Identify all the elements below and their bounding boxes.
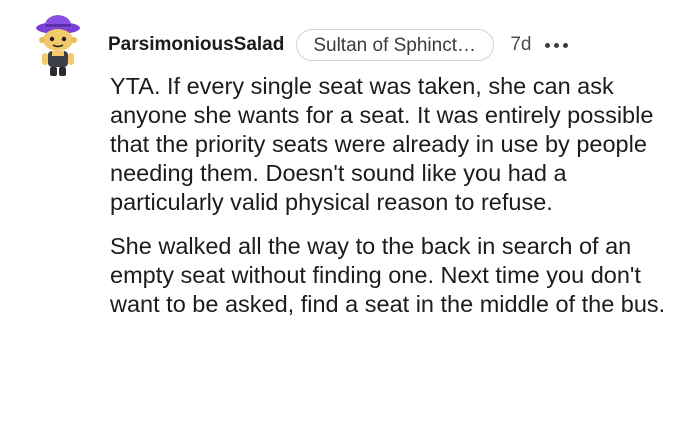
more-options-icon[interactable] [545, 35, 569, 55]
comment-author[interactable]: ParsimoniousSalad [108, 34, 284, 56]
more-dot [554, 42, 560, 48]
user-flair[interactable]: Sultan of Sphincter... [296, 29, 495, 61]
snoo-avatar-purple-hat-icon [36, 15, 80, 76]
avatar[interactable] [30, 14, 86, 78]
comment-body: YTA. If every single seat was taken, she… [110, 72, 680, 319]
comment-timestamp[interactable]: 7d [510, 34, 531, 56]
more-dot [563, 42, 569, 48]
comment-paragraph: YTA. If every single seat was taken, she… [110, 73, 654, 215]
comment-paragraph: She walked all the way to the back in se… [110, 233, 666, 317]
comment-header: ParsimoniousSalad Sultan of Sphincter...… [108, 28, 569, 62]
more-dot [545, 42, 551, 48]
